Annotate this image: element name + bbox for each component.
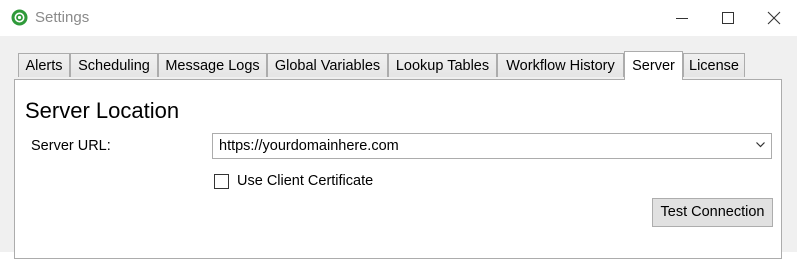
close-button[interactable] [751,0,797,36]
window-title: Settings [35,9,90,26]
server-url-label: Server URL: [31,138,111,154]
close-icon [767,11,781,25]
tab-server[interactable]: Server [624,51,683,80]
server-tab-panel: Server Location Server URL: https://your… [14,79,782,259]
tab-workflow-history[interactable]: Workflow History [497,53,624,77]
tab-scheduling[interactable]: Scheduling [70,53,158,77]
chevron-down-icon[interactable] [756,142,765,148]
server-url-value: https://yourdomainhere.com [219,138,399,154]
tab-alerts[interactable]: Alerts [18,53,70,77]
tab-message-logs[interactable]: Message Logs [158,53,267,77]
settings-app-icon [11,9,28,26]
minimize-icon [676,18,688,19]
client-certificate-checkbox[interactable] [214,174,229,189]
settings-client-area: Alerts Scheduling Message Logs Global Va… [0,36,797,259]
minimize-button[interactable] [659,0,705,36]
test-connection-button[interactable]: Test Connection [652,198,773,227]
tab-strip: Alerts Scheduling Message Logs Global Va… [0,36,797,80]
tab-global-variables[interactable]: Global Variables [267,53,388,77]
section-title: Server Location [25,98,180,123]
server-url-combobox[interactable]: https://yourdomainhere.com [212,133,772,159]
maximize-button[interactable] [705,0,751,36]
tab-lookup-tables[interactable]: Lookup Tables [388,53,497,77]
tab-license[interactable]: License [683,53,745,77]
title-bar: Settings [0,0,797,36]
maximize-icon [722,12,734,24]
client-certificate-label[interactable]: Use Client Certificate [237,173,373,189]
